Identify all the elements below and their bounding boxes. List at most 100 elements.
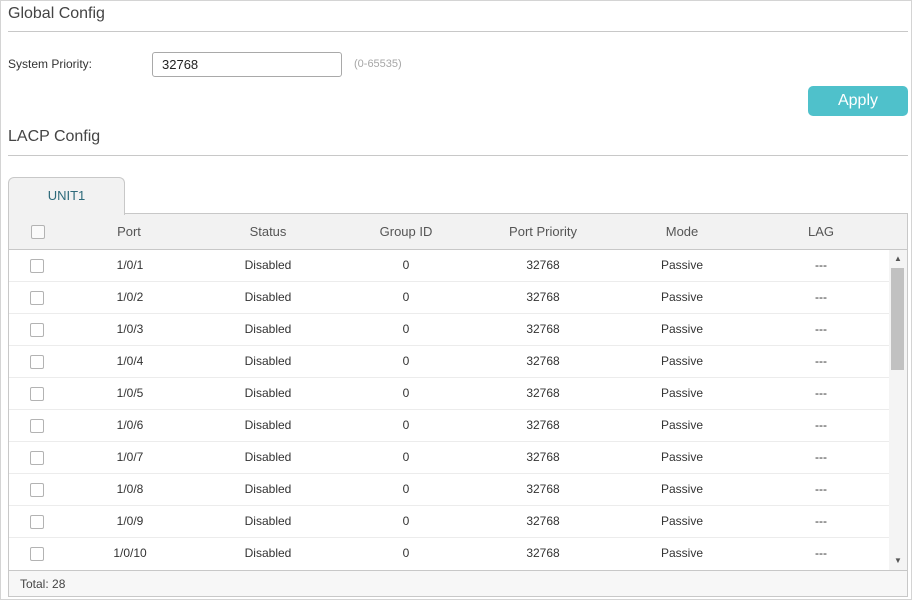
table-row[interactable]: 1/0/8 Disabled 0 32768 Passive --- (9, 474, 889, 506)
row-checkbox[interactable] (30, 387, 44, 401)
cell-group-id: 0 (402, 290, 410, 304)
cell-port: 1/0/2 (116, 290, 144, 304)
row-checkbox[interactable] (30, 483, 44, 497)
system-priority-label: System Priority: (8, 57, 93, 71)
table-scrollbar[interactable]: ▲ ▼ (889, 250, 907, 570)
row-checkbox[interactable] (30, 291, 44, 305)
cell-lag: --- (815, 514, 827, 528)
table-row[interactable]: 1/0/5 Disabled 0 32768 Passive --- (9, 378, 889, 410)
table-row[interactable]: 1/0/6 Disabled 0 32768 Passive --- (9, 410, 889, 442)
cell-status: Disabled (244, 450, 292, 464)
cell-port-priority: 32768 (526, 546, 560, 560)
cell-mode: Passive (660, 482, 704, 496)
row-checkbox[interactable] (30, 259, 44, 273)
lacp-config-title: LACP Config (8, 128, 101, 145)
cell-mode: Passive (660, 386, 704, 400)
header-lag[interactable]: LAG (761, 214, 881, 250)
cell-mode: Passive (660, 322, 704, 336)
cell-group-id: 0 (402, 482, 410, 496)
cell-group-id: 0 (402, 322, 410, 336)
row-checkbox[interactable] (30, 355, 44, 369)
table-row[interactable]: 1/0/1 Disabled 0 32768 Passive --- (9, 250, 889, 282)
cell-port-priority: 32768 (526, 354, 560, 368)
table-row[interactable]: 1/0/3 Disabled 0 32768 Passive --- (9, 314, 889, 346)
caret-down-icon[interactable]: ▼ (889, 554, 907, 568)
caret-up-icon[interactable]: ▲ (889, 252, 907, 266)
header-status[interactable]: Status (208, 214, 328, 250)
global-config-divider (8, 31, 908, 32)
row-checkbox[interactable] (30, 451, 44, 465)
cell-group-id: 0 (402, 450, 410, 464)
cell-status: Disabled (244, 386, 292, 400)
cell-status: Disabled (244, 418, 292, 432)
cell-mode: Passive (660, 290, 704, 304)
table-row[interactable]: 1/0/2 Disabled 0 32768 Passive --- (9, 282, 889, 314)
cell-port: 1/0/1 (116, 258, 144, 272)
cell-mode: Passive (660, 450, 704, 464)
priority-range-hint: (0-65535) (354, 58, 402, 70)
table-footer: Total: 28 (9, 570, 907, 596)
header-group-id[interactable]: Group ID (346, 214, 466, 250)
lacp-config-divider (8, 155, 908, 156)
cell-port-priority: 32768 (526, 258, 560, 272)
table-row[interactable]: 1/0/7 Disabled 0 32768 Passive --- (9, 442, 889, 474)
cell-group-id: 0 (402, 546, 410, 560)
row-checkbox[interactable] (30, 323, 44, 337)
cell-status: Disabled (244, 482, 292, 496)
cell-port: 1/0/10 (113, 546, 147, 560)
system-priority-input[interactable] (152, 52, 342, 77)
header-port-priority[interactable]: Port Priority (483, 214, 603, 250)
cell-status: Disabled (244, 514, 292, 528)
apply-button[interactable]: Apply (808, 86, 908, 116)
cell-lag: --- (815, 450, 827, 464)
row-checkbox[interactable] (30, 419, 44, 433)
table-row[interactable]: 1/0/9 Disabled 0 32768 Passive --- (9, 506, 889, 538)
cell-group-id: 0 (402, 354, 410, 368)
cell-port: 1/0/8 (116, 482, 144, 496)
cell-group-id: 0 (402, 418, 410, 432)
total-count: Total: 28 (20, 577, 66, 591)
tab-unit1[interactable]: UNIT1 (8, 177, 125, 215)
table-row[interactable]: 1/0/10 Disabled 0 32768 Passive --- (9, 538, 889, 570)
scrollbar-thumb[interactable] (891, 268, 904, 370)
cell-lag: --- (815, 418, 827, 432)
cell-lag: --- (815, 354, 827, 368)
cell-port: 1/0/6 (116, 418, 144, 432)
cell-port-priority: 32768 (526, 482, 560, 496)
cell-port: 1/0/5 (116, 386, 144, 400)
cell-mode: Passive (660, 546, 704, 560)
global-config-title: Global Config (8, 5, 105, 22)
cell-mode: Passive (660, 418, 704, 432)
cell-mode: Passive (660, 258, 704, 272)
cell-mode: Passive (660, 354, 704, 368)
cell-lag: --- (815, 386, 827, 400)
lacp-table: Port Status Group ID Port Priority Mode … (8, 213, 908, 597)
cell-group-id: 0 (402, 258, 410, 272)
row-checkbox[interactable] (30, 547, 44, 561)
cell-port-priority: 32768 (526, 386, 560, 400)
header-mode[interactable]: Mode (622, 214, 742, 250)
table-header: Port Status Group ID Port Priority Mode … (9, 214, 907, 250)
cell-port-priority: 32768 (526, 450, 560, 464)
cell-group-id: 0 (402, 514, 410, 528)
cell-port-priority: 32768 (526, 290, 560, 304)
cell-status: Disabled (244, 290, 292, 304)
select-all-checkbox[interactable] (31, 225, 45, 239)
row-checkbox[interactable] (30, 515, 44, 529)
table-body: 1/0/1 Disabled 0 32768 Passive --- 1/0/2… (9, 250, 907, 570)
cell-mode: Passive (660, 514, 704, 528)
cell-port: 1/0/4 (116, 354, 144, 368)
cell-port: 1/0/7 (116, 450, 144, 464)
cell-lag: --- (815, 290, 827, 304)
header-port[interactable]: Port (69, 214, 189, 250)
cell-status: Disabled (244, 354, 292, 368)
cell-status: Disabled (244, 322, 292, 336)
cell-lag: --- (815, 482, 827, 496)
cell-port: 1/0/3 (116, 322, 144, 336)
cell-lag: --- (815, 322, 827, 336)
cell-status: Disabled (244, 546, 292, 560)
page-frame: Global Config System Priority: (0-65535)… (0, 0, 912, 600)
cell-status: Disabled (244, 258, 292, 272)
table-row[interactable]: 1/0/4 Disabled 0 32768 Passive --- (9, 346, 889, 378)
cell-lag: --- (815, 258, 827, 272)
